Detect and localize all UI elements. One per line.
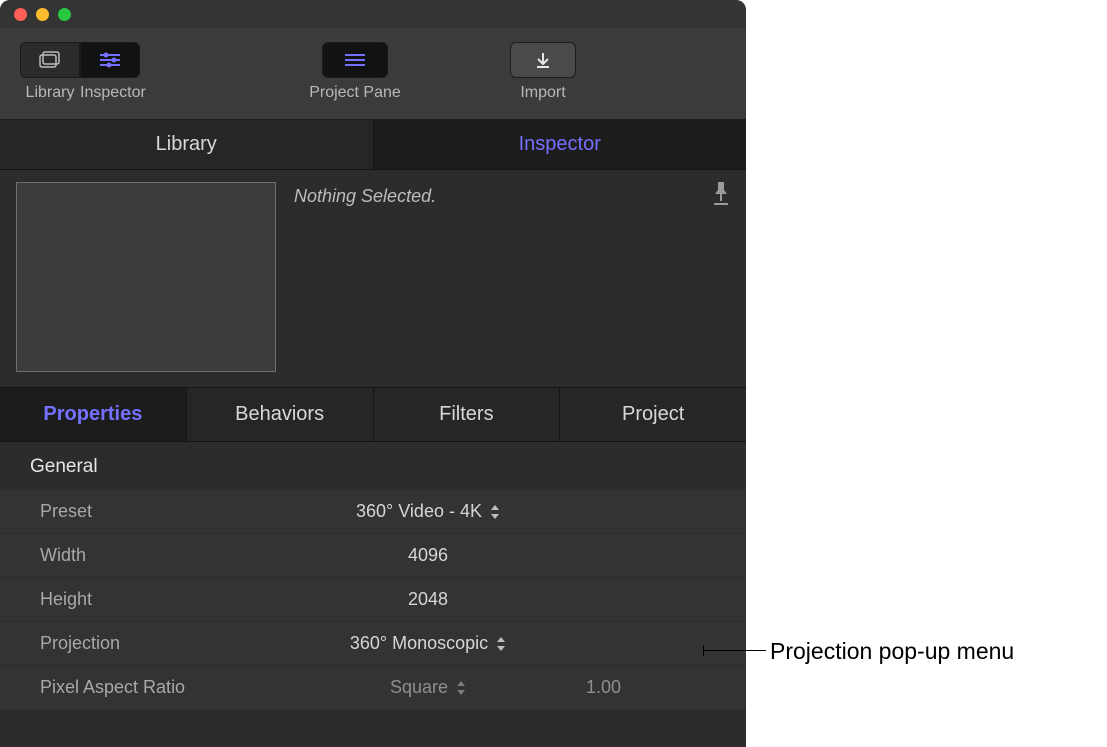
pin-icon[interactable]: [712, 180, 730, 206]
preview-thumbnail: [16, 182, 276, 372]
library-inspector-group: Library Inspector: [20, 42, 140, 102]
subtab-properties-label: Properties: [43, 403, 142, 426]
sliders-icon: [98, 51, 122, 69]
label-preset: Preset: [40, 501, 270, 522]
width-value: 4096: [408, 545, 448, 566]
popup-arrows-icon: [456, 681, 466, 695]
popup-arrows-icon: [496, 637, 506, 651]
preset-value: 360° Video - 4K: [356, 501, 482, 522]
preset-popup[interactable]: 360° Video - 4K: [270, 501, 586, 522]
row-pixel-aspect-ratio: Pixel Aspect Ratio Square 1.00: [0, 666, 746, 710]
row-projection: Projection 360° Monoscopic: [0, 622, 746, 666]
subtab-filters-label: Filters: [439, 403, 493, 426]
subtab-project[interactable]: Project: [560, 388, 746, 441]
subtab-filters[interactable]: Filters: [374, 388, 561, 441]
inspector-sub-tabs: Properties Behaviors Filters Project: [0, 388, 746, 442]
callout-label: Projection pop-up menu: [770, 638, 1014, 665]
row-height: Height 2048: [0, 578, 746, 622]
import-group: Import: [510, 42, 576, 102]
selection-status: Nothing Selected.: [294, 182, 730, 207]
popup-arrows-icon: [490, 505, 500, 519]
group-header-general: General: [0, 442, 746, 490]
par-value: Square: [390, 677, 448, 698]
window-minimize-traffic-light[interactable]: [36, 8, 49, 21]
par-numeric[interactable]: 1.00: [586, 677, 726, 698]
projection-popup[interactable]: 360° Monoscopic: [270, 633, 586, 654]
preview-area: Nothing Selected.: [0, 170, 746, 388]
label-par: Pixel Aspect Ratio: [40, 677, 270, 698]
projection-value: 360° Monoscopic: [350, 633, 488, 654]
inspector-label: Inspector: [80, 84, 140, 102]
width-field[interactable]: 4096: [270, 545, 586, 566]
library-label: Library: [20, 84, 80, 102]
project-pane-group: Project Pane: [300, 42, 410, 102]
label-height: Height: [40, 589, 270, 610]
subtab-project-label: Project: [622, 403, 684, 426]
window-zoom-traffic-light[interactable]: [58, 8, 71, 21]
tab-library[interactable]: Library: [0, 120, 374, 169]
label-width: Width: [40, 545, 270, 566]
project-pane-button[interactable]: [322, 42, 388, 78]
row-width: Width 4096: [0, 534, 746, 578]
tab-inspector[interactable]: Inspector: [374, 120, 747, 169]
tab-library-label: Library: [156, 133, 217, 156]
subtab-properties[interactable]: Properties: [0, 388, 187, 441]
properties-panel: General Preset 360° Video - 4K Width 409…: [0, 442, 746, 747]
row-preset: Preset 360° Video - 4K: [0, 490, 746, 534]
app-window: Library Inspector Project Pane: [0, 0, 746, 747]
list-icon: [343, 52, 367, 68]
par-popup[interactable]: Square: [270, 677, 586, 698]
subtab-behaviors-label: Behaviors: [235, 403, 324, 426]
window-close-traffic-light[interactable]: [14, 8, 27, 21]
subtab-behaviors[interactable]: Behaviors: [187, 388, 374, 441]
toolbar: Library Inspector Project Pane: [0, 28, 746, 120]
titlebar: [0, 0, 746, 28]
label-projection: Projection: [40, 633, 270, 654]
import-button[interactable]: [510, 42, 576, 78]
inspector-button[interactable]: [80, 42, 140, 78]
callout-line: [704, 650, 766, 651]
height-field[interactable]: 2048: [270, 589, 586, 610]
project-pane-label: Project Pane: [300, 84, 410, 102]
download-icon: [534, 51, 552, 69]
height-value: 2048: [408, 589, 448, 610]
library-icon: [39, 51, 61, 69]
panel-tabs: Library Inspector: [0, 120, 746, 170]
tab-inspector-label: Inspector: [519, 133, 601, 156]
library-button[interactable]: [20, 42, 80, 78]
import-label: Import: [510, 84, 576, 102]
